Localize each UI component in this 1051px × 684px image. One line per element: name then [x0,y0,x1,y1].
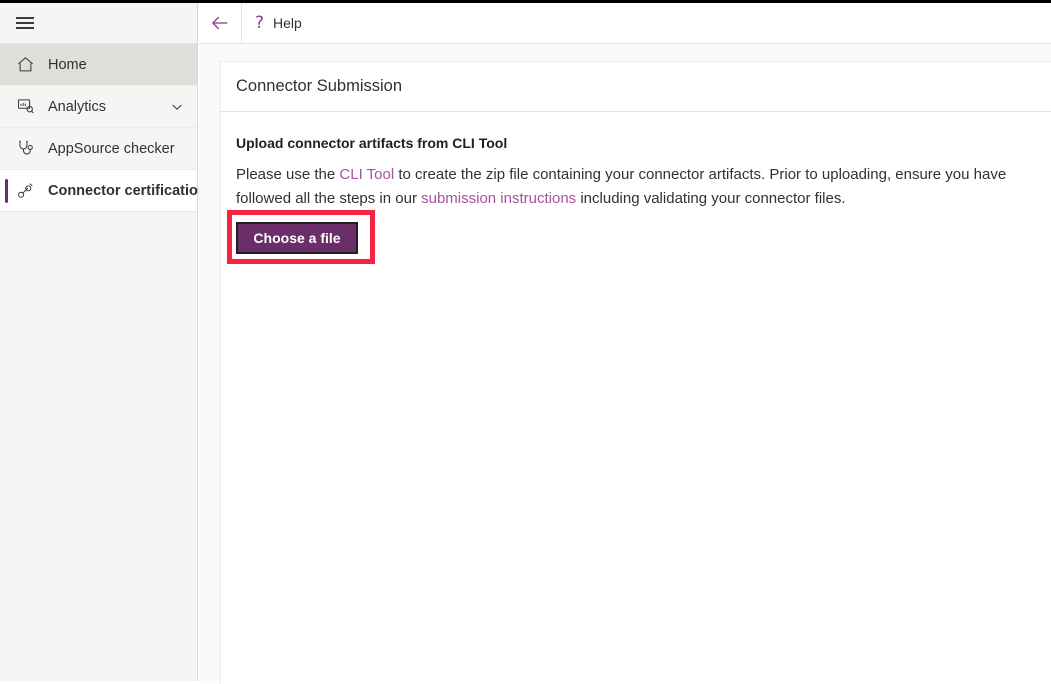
stethoscope-icon [14,138,36,160]
submission-instructions-link[interactable]: submission instructions [421,190,576,207]
back-arrow-icon[interactable] [199,3,241,44]
home-icon [14,54,36,76]
upload-description: Please use the CLI Tool to create the zi… [236,163,1026,211]
sidebar-item-label: Analytics [48,98,107,115]
sidebar-item-label: Home [48,56,87,73]
help-label: Help [273,15,302,31]
question-mark-icon: ? [255,12,265,33]
page-title: Connector Submission [236,77,402,95]
chevron-down-icon[interactable] [169,99,185,115]
desc-part-1: Please use the [236,166,340,183]
choose-a-file-button[interactable]: Choose a file [236,222,358,254]
help-button[interactable]: ? Help [242,3,316,44]
card-body: Upload connector artifacts from CLI Tool… [221,112,1051,211]
card-header: Connector Submission [221,62,1051,112]
analytics-icon [14,96,36,118]
sidebar-item-appsource-checker[interactable]: AppSource checker [0,128,197,170]
active-indicator [5,179,8,203]
section-title: Upload connector artifacts from CLI Tool [236,135,508,151]
desc-part-3: including validating your connector file… [576,190,846,207]
main-region: ? Help Connector Submission Upload conne… [199,2,1051,684]
sidebar-item-label: Connector certification [48,182,207,199]
command-bar: ? Help [199,2,1051,44]
sidebar-item-analytics[interactable]: Analytics [0,86,197,128]
sidebar-header [0,3,197,44]
sidebar: Home Analytics AppSource checker Connect… [0,3,207,681]
connector-submission-card: Connector Submission Upload connector ar… [220,61,1051,684]
connector-icon [14,180,36,202]
hamburger-icon[interactable] [16,17,34,29]
sidebar-item-connector-certification[interactable]: Connector certification [0,170,207,212]
cli-tool-link[interactable]: CLI Tool [339,166,394,183]
sidebar-item-home[interactable]: Home [0,44,197,86]
sidebar-item-label: AppSource checker [48,140,175,157]
